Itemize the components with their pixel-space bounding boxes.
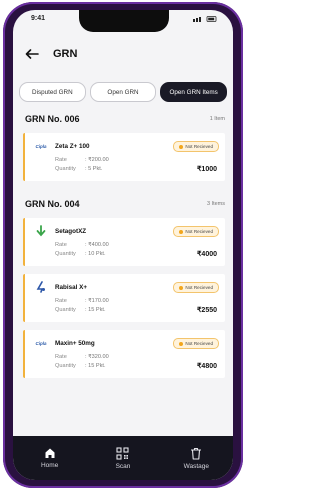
notch [79, 10, 169, 32]
grn-item-card[interactable]: Cipla Zeta Z+ 100 Not Recieved Rate: ₹20… [23, 133, 225, 181]
bottom-nav: Home Scan Wastage [13, 436, 233, 480]
lupin-logo-icon [33, 281, 49, 293]
arrow-left-icon [25, 49, 39, 59]
app-bar: GRN [13, 40, 233, 68]
rate-row: Rate: ₹320.00 [55, 354, 109, 360]
product-name: Maxin+ 50mg [55, 340, 95, 347]
item-count: 3 Items [206, 201, 225, 207]
status-dot-icon [179, 285, 184, 290]
tab-bar: Disputed GRN Open GRN Open GRN Items [19, 82, 228, 102]
tab-disputed-grn[interactable]: Disputed GRN [19, 82, 86, 102]
tab-open-grn-items[interactable]: Open GRN Items [160, 82, 228, 102]
nav-home[interactable]: Home [20, 447, 80, 469]
quantity-row: Quantity: 15 Pkt. [55, 363, 106, 369]
total-amount: ₹1000 [196, 166, 217, 173]
grn-item-card[interactable]: Cipla Maxin+ 50mg Not Recieved Rate: ₹32… [23, 330, 225, 378]
status-dot-icon [179, 229, 184, 234]
grn-group-header: GRN No. 004 3 Items [13, 196, 233, 212]
quantity-row: Quantity: 10 Pkt. [55, 251, 106, 257]
page-title: GRN [53, 48, 78, 60]
cipla-logo-icon: Cipla [35, 340, 47, 346]
rate-row: Rate: ₹170.00 [55, 298, 109, 304]
quantity-row: Quantity: 5 Pkt. [55, 166, 103, 172]
back-button[interactable] [23, 45, 41, 63]
status-badge: Not Recieved [173, 141, 219, 152]
status-time: 9:41 [31, 15, 46, 22]
trash-icon [191, 447, 202, 460]
item-count: 1 Item [209, 116, 225, 122]
qr-scan-icon [116, 446, 130, 460]
product-name: Rabisal X+ [55, 284, 88, 291]
nav-wastage[interactable]: Wastage [166, 447, 226, 470]
green-arrow-logo-icon [33, 225, 49, 237]
status-dot-icon [179, 144, 184, 149]
status-badge: Not Recieved [173, 226, 219, 237]
grn-item-card[interactable]: Rabisal X+ Not Recieved Rate: ₹170.00 Qu… [23, 274, 225, 322]
grn-group-header: GRN No. 006 1 Item [13, 111, 233, 127]
rate-row: Rate: ₹400.00 [55, 242, 109, 248]
phone-frame: 9:41 GRN Disputed GRN Open GRN Open GRN … [3, 2, 243, 488]
total-amount: ₹4000 [196, 251, 217, 258]
status-dot-icon [179, 341, 184, 346]
grn-number: GRN No. 006 [25, 114, 80, 124]
tab-open-grn[interactable]: Open GRN [89, 82, 157, 102]
quantity-row: Quantity: 15 Pkt. [55, 307, 106, 313]
rate-row: Rate: ₹200.00 [55, 157, 109, 163]
app-screen: 9:41 GRN Disputed GRN Open GRN Open GRN … [13, 10, 233, 480]
product-name: Zeta Z+ 100 [55, 143, 90, 150]
status-badge: Not Recieved [173, 282, 219, 293]
status-icons [193, 16, 217, 22]
grn-group: GRN No. 004 3 Items SetagotXZ Not Reciev… [13, 196, 233, 378]
home-icon [45, 448, 55, 458]
grn-number: GRN No. 004 [25, 199, 80, 209]
status-badge: Not Recieved [173, 338, 219, 349]
cipla-logo-icon: Cipla [35, 143, 47, 149]
total-amount: ₹4800 [196, 363, 217, 370]
grn-group: GRN No. 006 1 Item Cipla Zeta Z+ 100 Not… [13, 111, 233, 181]
grn-item-card[interactable]: SetagotXZ Not Recieved Rate: ₹400.00 Qua… [23, 218, 225, 266]
nav-scan[interactable]: Scan [93, 446, 153, 470]
total-amount: ₹2550 [196, 307, 217, 314]
product-name: SetagotXZ [55, 228, 87, 235]
